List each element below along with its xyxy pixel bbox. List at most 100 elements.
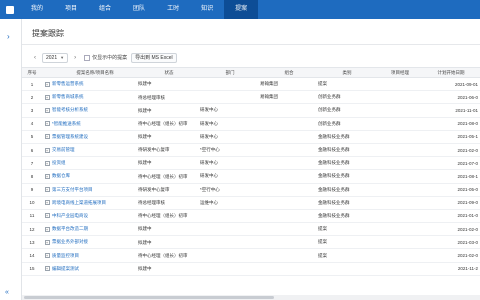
row-expander[interactable]: + [42, 197, 52, 209]
expand-icon[interactable]: + [44, 173, 50, 179]
table-row[interactable]: 12 + 数据平台改造二期 拟建中 提案 2021-02-0 [22, 223, 480, 237]
table-row[interactable]: 13 + 票据业务外部对接 拟建中 提案 2021-03-0 [22, 236, 480, 250]
proposal-name-link[interactable]: 智能考核分析系统 [52, 104, 138, 116]
tab-projects[interactable]: 项目 [54, 0, 88, 19]
header-manager[interactable]: 项目经理 [376, 68, 424, 77]
prev-year-button[interactable]: ‹ [32, 55, 38, 61]
next-year-button[interactable]: › [72, 55, 78, 61]
expand-icon[interactable]: + [44, 81, 50, 87]
row-expander[interactable]: + [42, 236, 52, 248]
expand-icon[interactable]: + [44, 134, 50, 140]
row-status: 拟建中 [138, 160, 152, 166]
table-row[interactable]: 4 + *智能推送系统 待中心经理（组长）初审 研发中心 创新业务群 2021-08-0 [22, 118, 480, 131]
header-dept[interactable]: 部门 [200, 68, 260, 77]
table-row[interactable]: 7 + 投资组 拟建中 研发中心 金融科技业务群 2021-07-0 [22, 157, 480, 171]
proposal-name-link[interactable]: 投资组 [52, 157, 138, 169]
row-expander[interactable]: + [42, 78, 52, 90]
row-expander[interactable]: + [42, 170, 52, 182]
expand-icon[interactable]: + [44, 94, 50, 100]
double-chevron-left-icon[interactable]: « [5, 289, 9, 296]
expand-icon[interactable]: + [44, 200, 50, 206]
row-status: 待研发中心复审 [138, 147, 170, 153]
tab-portfolio[interactable]: 组合 [88, 0, 122, 19]
export-excel-button[interactable]: 导出到 MS Excel [131, 52, 177, 63]
tab-team[interactable]: 团队 [122, 0, 156, 19]
tab-timesheet[interactable]: 工时 [156, 0, 190, 19]
table-row[interactable]: 15 + 编辑提案测试 拟建中 2021-11-2 [22, 263, 480, 276]
tab-knowledge[interactable]: 知识 [190, 0, 224, 19]
expand-icon[interactable]: + [44, 160, 50, 166]
row-number: 3 [30, 107, 34, 113]
expand-icon[interactable]: + [44, 213, 50, 219]
header-portfolio[interactable]: 组合 [260, 68, 318, 77]
row-department: *空行中心 [200, 147, 220, 153]
proposal-name-link[interactable]: 新零售运营系统 [52, 78, 138, 90]
row-status: 待中心经理（组长）初审 [138, 120, 188, 126]
expand-icon[interactable]: + [44, 253, 50, 259]
row-expander[interactable]: + [42, 104, 52, 116]
expand-icon[interactable]: + [44, 147, 50, 153]
chevron-right-icon[interactable]: › [7, 33, 15, 41]
table-row[interactable]: 10 + 跨境电商线上渠道拓展项目 待总经理审核 运维中心 金融科技业务群 2021-09-… [22, 197, 480, 210]
proposal-name-link[interactable]: *智能推送系统 [52, 118, 138, 130]
table-row[interactable]: 3 + 智能考核分析系统 拟建中 研发中心 创新业务群 2021-11-01 [22, 104, 480, 118]
expand-icon[interactable]: + [44, 239, 50, 245]
row-expander[interactable]: + [42, 223, 52, 235]
expand-icon[interactable]: + [44, 121, 50, 127]
row-department [200, 78, 260, 90]
active-only-checkbox[interactable] [84, 54, 91, 61]
proposal-name-link[interactable]: 跨境电商线上渠道拓展项目 [52, 197, 138, 209]
proposal-name-link[interactable]: 质量监控项目 [52, 249, 138, 261]
expand-icon[interactable]: + [44, 266, 50, 272]
header-no[interactable]: 序号 [22, 68, 42, 77]
app-logo-icon[interactable] [0, 0, 20, 19]
header-start-date[interactable]: 计划开始日期 [424, 68, 480, 77]
proposal-name-link[interactable]: 票据业务外部对接 [52, 236, 138, 248]
row-manager [376, 144, 424, 156]
header-status[interactable]: 状态 [138, 68, 200, 77]
row-expander[interactable]: + [42, 144, 52, 156]
year-select[interactable]: 2021 ▼ [42, 52, 69, 63]
table-row[interactable]: 5 + 票据管理系统建设 拟建中 研发中心 金融科技业务群 2021-05-1 [22, 131, 480, 144]
row-expander[interactable]: + [42, 263, 52, 275]
expand-icon[interactable]: + [44, 226, 50, 232]
table-row[interactable]: 2 + 新零售商城系统 待总经理审核 易翰集团 创新业务群 2021-06-0 [22, 91, 480, 105]
scrollbar-thumb[interactable] [24, 296, 274, 299]
horizontal-scrollbar[interactable] [22, 295, 480, 300]
row-status: 待总经理审核 [138, 200, 165, 206]
header-category[interactable]: 类别 [318, 68, 376, 77]
proposal-name-link[interactable]: 中科产业园电商设 [52, 210, 138, 222]
row-manager [376, 131, 424, 143]
row-category: 提案 [318, 239, 327, 245]
proposal-name-link[interactable]: 编辑提案测试 [52, 263, 138, 275]
proposal-name-link[interactable]: 新零售商城系统 [52, 91, 138, 103]
proposal-name-link[interactable]: 票据管理系统建设 [52, 131, 138, 143]
row-expander[interactable]: + [42, 184, 52, 196]
row-number: 14 [29, 253, 35, 259]
table-row[interactable]: 11 + 中科产业园电商设 待中心经理（组长）初审 金融科技业务群 2021-01-0 [22, 210, 480, 224]
proposal-name-link[interactable]: 交易前管理 [52, 144, 138, 156]
table-row[interactable]: 1 + 新零售运营系统 拟建中 易翰集团 提案 2021-09-01 [22, 78, 480, 92]
expand-icon[interactable]: + [44, 107, 50, 113]
row-start-date: 2021-03-0 [457, 239, 478, 245]
proposal-name-link[interactable]: 数据平台改造二期 [52, 223, 138, 235]
row-manager [376, 91, 424, 103]
header-name[interactable]: 提案名称/项目名称 [52, 68, 138, 77]
proposal-name-link[interactable]: 第三方支付平台项目 [52, 184, 138, 196]
row-expander[interactable]: + [42, 210, 52, 222]
table-row[interactable]: 9 + 第三方支付平台项目 待研发中心复审 *空行中心 金融科技业务群 2021-05-0 [22, 184, 480, 197]
table-row[interactable]: 14 + 质量监控项目 待中心经理（组长）初审 提案 2021-02-0 [22, 249, 480, 263]
row-expander[interactable]: + [42, 157, 52, 169]
expand-icon[interactable]: + [44, 187, 50, 193]
tab-mine[interactable]: 我的 [20, 0, 54, 19]
tab-proposals[interactable]: 提案 [224, 0, 259, 19]
row-expander[interactable]: + [42, 249, 52, 261]
row-category: 金融科技业务群 [318, 212, 350, 218]
table-row[interactable]: 8 + 数据仓库 待中心经理（组长）初审 研发中心 金融科技业务群 2021-08-1 [22, 170, 480, 184]
row-expander[interactable]: + [42, 118, 52, 130]
row-expander[interactable]: + [42, 131, 52, 143]
active-only-filter[interactable]: 仅显示中的提案 [84, 54, 127, 61]
row-expander[interactable]: + [42, 91, 52, 103]
proposal-name-link[interactable]: 数据仓库 [52, 170, 138, 182]
table-row[interactable]: 6 + 交易前管理 待研发中心复审 *空行中心 金融科技业务群 2021-02-0 [22, 144, 480, 158]
